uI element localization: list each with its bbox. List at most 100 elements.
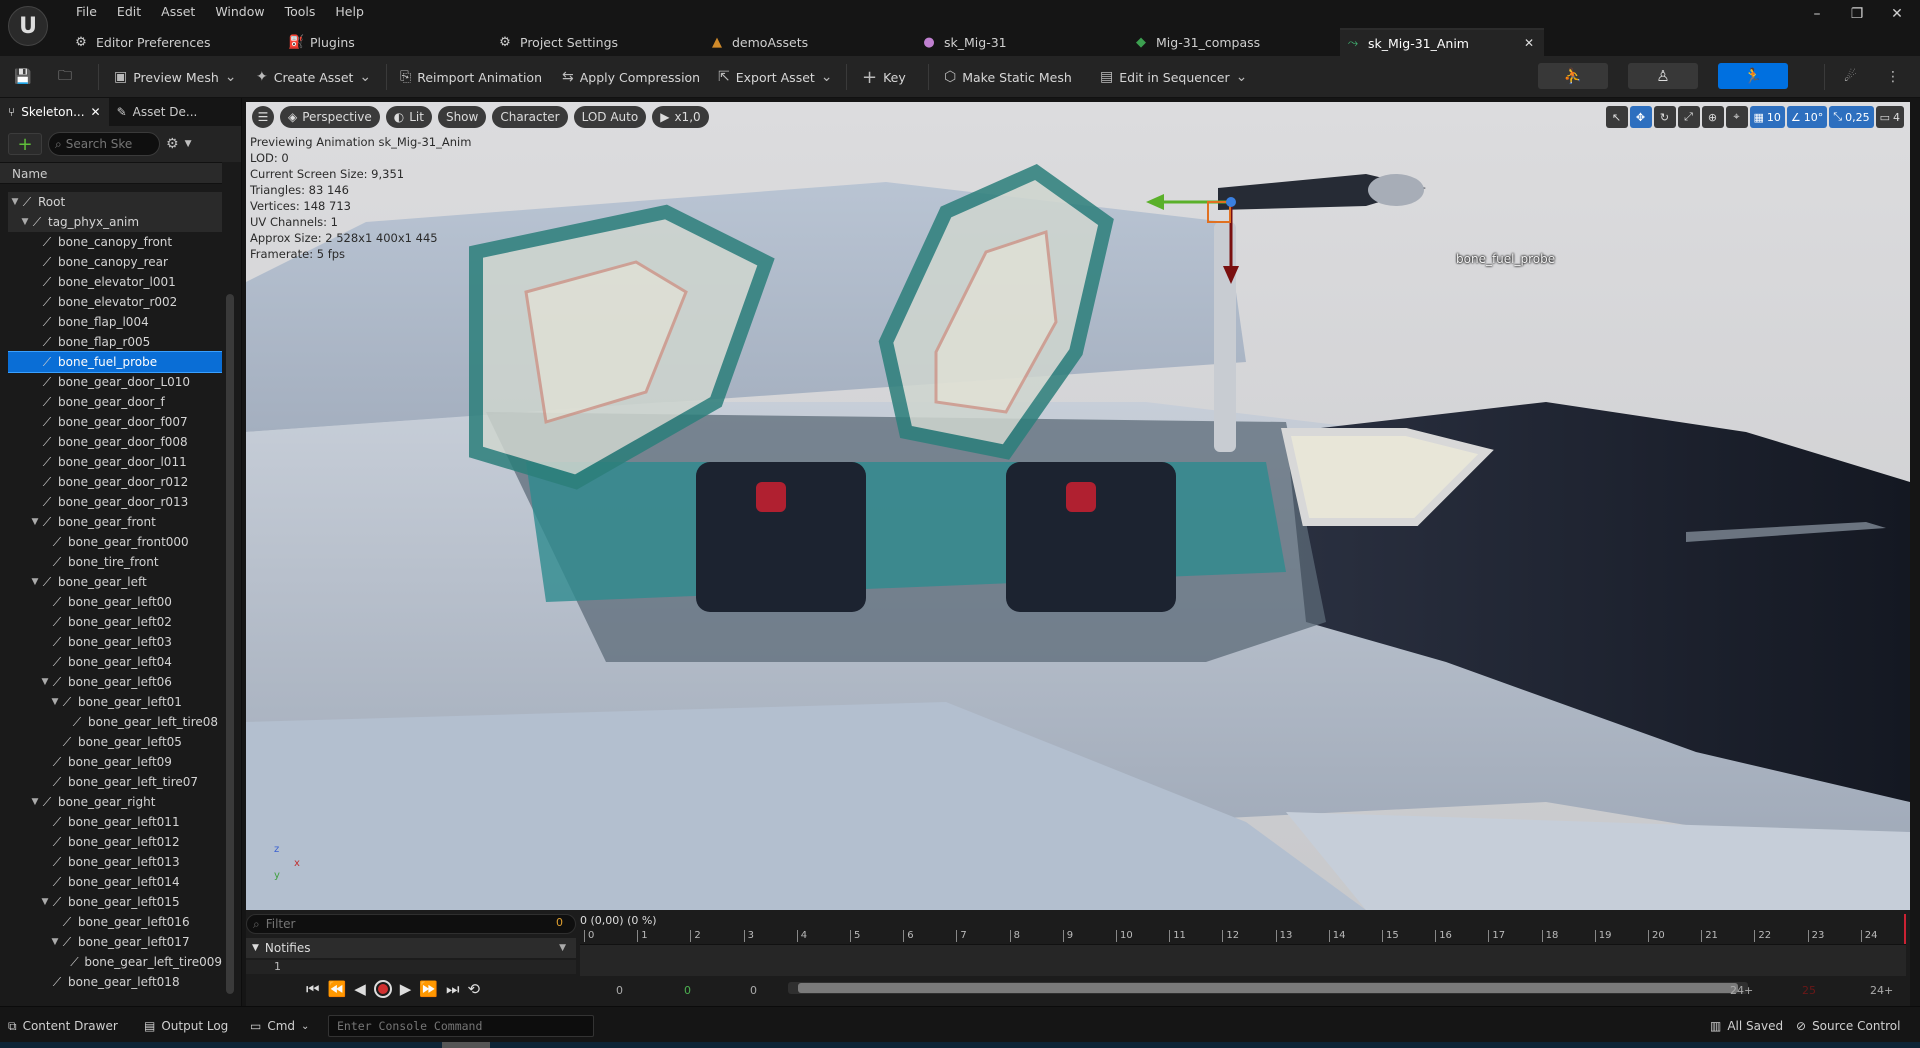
tab-sk-mig-31[interactable]: ● sk_Mig-31	[916, 28, 1116, 56]
cmd-dropdown[interactable]: ▭ Cmd ⌄	[250, 1015, 309, 1037]
play-reverse-icon[interactable]: ◀	[354, 980, 366, 998]
play-icon[interactable]: ▶	[400, 980, 412, 998]
rotate-mode-button[interactable]: ↻	[1653, 106, 1676, 128]
notify-track-1[interactable]: 1	[246, 960, 576, 974]
tree-row[interactable]: ▼ ⟋ bone_gear_left017	[8, 932, 222, 952]
tab-skeleton-tree[interactable]: ⑂ Skeleton... ✕	[0, 98, 109, 126]
expand-arrow-icon[interactable]: ▼	[40, 672, 50, 692]
tree-row[interactable]: ⟋ bone_gear_left014	[8, 872, 222, 892]
menu-edit[interactable]: Edit	[107, 2, 151, 21]
create-asset-button[interactable]: ✦ Create Asset ⌄	[256, 62, 371, 92]
expand-arrow-icon[interactable]: ▼	[10, 192, 20, 212]
tree-row[interactable]: ⟋ bone_flap_r005	[8, 332, 222, 352]
tab-editor-preferences[interactable]: ⚙ Editor Preferences	[68, 28, 268, 56]
mesh-mode-button[interactable]: ♙	[1628, 63, 1698, 89]
track-area[interactable]	[580, 944, 1906, 976]
tree-row[interactable]: ▼ ⟋ bone_gear_front	[8, 512, 222, 532]
menu-file[interactable]: File	[66, 2, 107, 21]
tree-row[interactable]: ⟋ bone_tire_front	[8, 552, 222, 572]
make-static-mesh-button[interactable]: ⬡ Make Static Mesh	[944, 62, 1072, 92]
expand-arrow-icon[interactable]: ▼	[30, 572, 40, 592]
expand-arrow-icon[interactable]: ▼	[30, 792, 40, 812]
scale-snap-button[interactable]: ⤡ 0,25	[1829, 106, 1874, 128]
tree-row[interactable]: ⟋ bone_gear_left00	[8, 592, 222, 612]
playback-speed-button[interactable]: ▶ x1,0	[652, 106, 709, 128]
tab-asset-details[interactable]: ✎ Asset De...	[109, 98, 206, 126]
show-button[interactable]: Show	[437, 106, 487, 128]
playback-end[interactable]: 24+	[1730, 984, 1753, 997]
playback-start[interactable]: 0	[684, 984, 691, 997]
content-drawer-button[interactable]: ⧉ Content Drawer	[8, 1015, 118, 1037]
expand-arrow-icon[interactable]: ▼	[50, 932, 60, 952]
rotation-snap-button[interactable]: ∠ 10°	[1786, 106, 1828, 128]
tree-row[interactable]: ▼ ⟋ bone_gear_left01	[8, 692, 222, 712]
menu-window[interactable]: Window	[205, 2, 274, 21]
browse-button[interactable]: 🗀	[58, 62, 72, 92]
view-range-thumb[interactable]	[798, 983, 1738, 993]
reimport-animation-button[interactable]: ⎘ Reimport Animation	[400, 62, 542, 92]
go-to-start-icon[interactable]: ⏮	[306, 980, 320, 998]
console-command-input[interactable]	[328, 1015, 594, 1037]
scale-mode-button[interactable]: ⤢	[1677, 106, 1700, 128]
animation-mode-button[interactable]: 🏃	[1718, 63, 1788, 89]
output-log-button[interactable]: ▤ Output Log	[144, 1015, 228, 1037]
minimize-icon[interactable]: –	[1802, 6, 1832, 22]
tree-row[interactable]: ⟋ bone_gear_left_tire009	[8, 952, 222, 972]
expand-arrow-icon[interactable]: ▼	[40, 892, 50, 912]
track-filter-input[interactable]	[265, 917, 526, 931]
step-back-icon[interactable]: ⏪	[328, 980, 347, 998]
taskbar-item[interactable]	[442, 1042, 490, 1048]
tab-sk-mig-31-anim[interactable]: ⤳ sk_Mig-31_Anim ✕	[1340, 28, 1544, 56]
add-socket-button[interactable]: +	[8, 133, 42, 155]
chevron-down-icon[interactable]: ▼	[185, 139, 192, 149]
tree-column-header[interactable]: Name	[0, 162, 222, 184]
selection-end[interactable]: 25	[1802, 984, 1816, 997]
tree-row-selected[interactable]: ⟋ bone_fuel_probe	[8, 351, 222, 373]
tree-row[interactable]: ⟋ bone_gear_left09	[8, 752, 222, 772]
tree-row[interactable]: ⟋ bone_gear_left04	[8, 652, 222, 672]
tree-row[interactable]: ⟋ bone_gear_left02	[8, 612, 222, 632]
surface-snap-button[interactable]: ⌖	[1725, 106, 1748, 128]
chevron-down-icon[interactable]: ▼	[252, 943, 259, 953]
tab-mig-31-compass[interactable]: ◆ Mig-31_compass	[1128, 28, 1328, 56]
tree-row[interactable]: ⟋ bone_elevator_l001	[8, 272, 222, 292]
tree-row[interactable]: ▼ ⟋ bone_gear_left	[8, 572, 222, 592]
expand-arrow-icon[interactable]: ▼	[30, 512, 40, 532]
restore-icon[interactable]: ❐	[1842, 6, 1872, 22]
loop-icon[interactable]: ⟲	[468, 980, 481, 998]
tree-row[interactable]: ▼ ⟋ tag_phyx_anim	[8, 212, 222, 232]
tree-row[interactable]: ▼ ⟋ bone_gear_left06	[8, 672, 222, 692]
tab-demoassets[interactable]: ▲ demoAssets	[704, 28, 894, 56]
coordinate-space-button[interactable]: ⊕	[1701, 106, 1724, 128]
viewport-menu-button[interactable]: ☰	[252, 106, 274, 128]
tree-row[interactable]: ⟋ bone_gear_left012	[8, 832, 222, 852]
selection-start[interactable]: 0	[750, 984, 757, 997]
record-button[interactable]	[373, 980, 392, 998]
export-asset-button[interactable]: ⇱ Export Asset ⌄	[718, 62, 833, 92]
timeline-ruler[interactable]: 0 (0,00) (0 %) 0 1 2 3 4 5 6 7 8 9 10 11 12 13 14 15 16 1…	[580, 914, 1906, 944]
view-range-slider[interactable]	[788, 982, 1748, 994]
menu-asset[interactable]: Asset	[151, 2, 205, 21]
all-saved-button[interactable]: ▥ All Saved	[1710, 1015, 1783, 1037]
step-forward-icon[interactable]: ⏩	[419, 980, 438, 998]
edit-in-sequencer-button[interactable]: ▤ Edit in Sequencer ⌄	[1100, 62, 1247, 92]
tree-row[interactable]: ⟋ bone_gear_door_r012	[8, 472, 222, 492]
apply-compression-button[interactable]: ⇆ Apply Compression	[562, 62, 700, 92]
close-window-icon[interactable]: ✕	[1882, 6, 1912, 22]
tree-row[interactable]: ⟋ bone_gear_door_l011	[8, 452, 222, 472]
preview-mesh-button[interactable]: ▣ Preview Mesh ⌄	[114, 62, 237, 92]
translate-mode-button[interactable]: ✥	[1629, 106, 1652, 128]
tree-row[interactable]: ⟋ bone_gear_door_L010	[8, 372, 222, 392]
close-tab-icon[interactable]: ✕	[91, 105, 101, 119]
tab-project-settings[interactable]: ⚙ Project Settings	[492, 28, 682, 56]
menu-tools[interactable]: Tools	[275, 2, 326, 21]
physics-mode-button[interactable]: ☄	[1844, 62, 1857, 92]
save-button[interactable]: 💾	[14, 62, 31, 92]
select-mode-button[interactable]: ↖	[1605, 106, 1628, 128]
tree-row[interactable]: ⟋ bone_gear_left_tire08	[8, 712, 222, 732]
view-range-end[interactable]: 24+	[1870, 984, 1893, 997]
tree-row[interactable]: ⟋ bone_canopy_front	[8, 232, 222, 252]
expand-arrow-icon[interactable]: ▼	[20, 212, 30, 232]
view-range-start[interactable]: 0	[616, 984, 623, 997]
tree-row[interactable]: ⟋ bone_gear_left016	[8, 912, 222, 932]
